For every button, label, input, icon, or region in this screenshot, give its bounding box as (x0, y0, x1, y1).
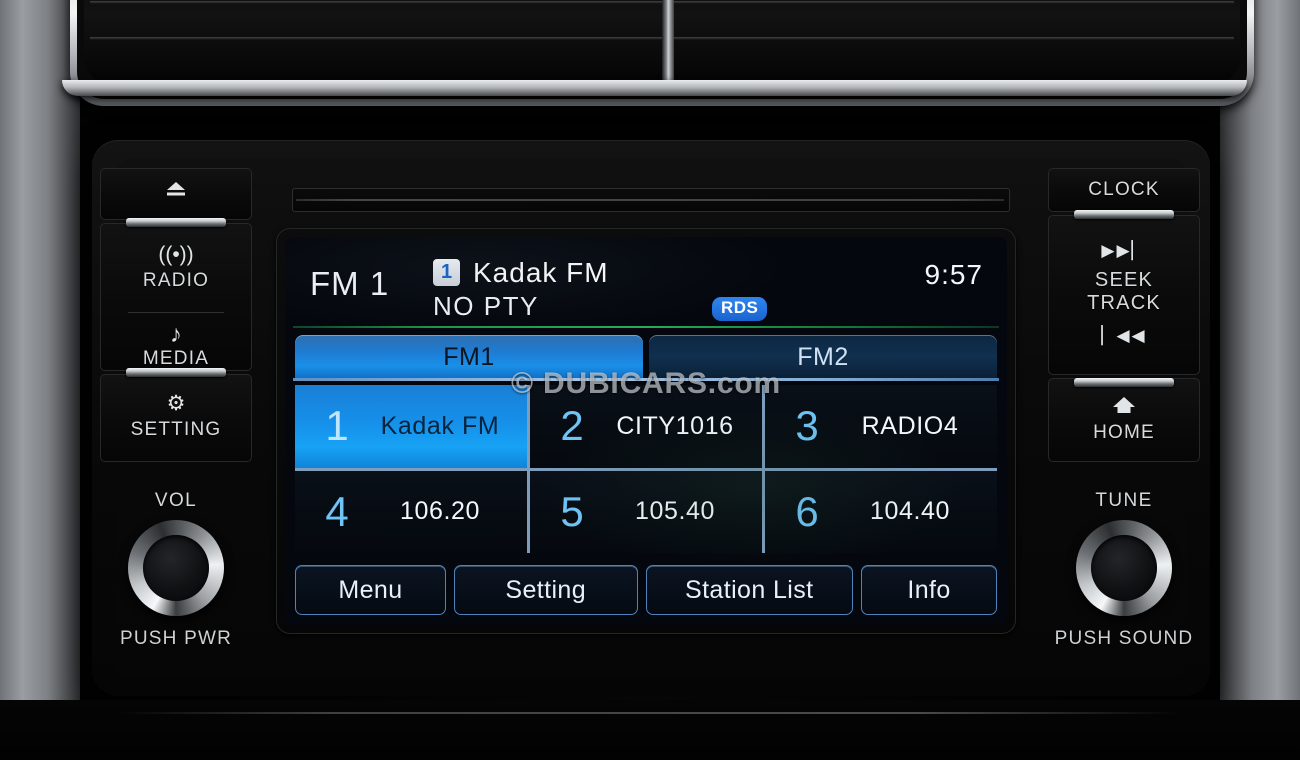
preset-text-1: Kadak FM (380, 411, 500, 440)
preset-cell-6[interactable]: 6 104.40 (765, 470, 997, 553)
screenshot-root: ((•)) RADIO ♪ MEDIA ⚙ SETTING VOL PUSH P… (0, 0, 1300, 760)
seek-back-icon[interactable]: ▏◀◀ (1049, 327, 1199, 344)
volume-knob-zone: VOL PUSH PWR (100, 490, 252, 650)
seek-track-button-group[interactable]: ▶▶▏ SEEK TRACK ▏◀◀ (1048, 215, 1200, 375)
preset-grid: 1 Kadak FM 2 CITY1016 3 RADIO4 4 106.20 … (295, 385, 997, 553)
preset-cell-1[interactable]: 1 Kadak FM (295, 385, 527, 468)
push-power-label: PUSH PWR (120, 628, 232, 649)
tab-underline (293, 378, 999, 381)
tab-fm1[interactable]: FM1 (295, 335, 643, 379)
seek-label: SEEK (1094, 269, 1154, 291)
rds-badge: RDS (712, 297, 768, 321)
radio-button-label: RADIO (142, 270, 210, 291)
current-station-name: Kadak FM (473, 257, 609, 288)
preset-cell-2[interactable]: 2 CITY1016 (530, 385, 762, 468)
preset-cell-3[interactable]: 3 RADIO4 (765, 385, 997, 468)
seek-forward-icon[interactable]: ▶▶▏ (1049, 242, 1199, 259)
preset-text-3: RADIO4 (861, 411, 959, 440)
lcd-screen[interactable]: FM 1 1 Kadak FM NO PTY RDS 9:57 FM1 FM2 … (285, 237, 1007, 625)
volume-knob[interactable] (128, 520, 224, 616)
lower-dashboard-seam (120, 712, 1180, 714)
preset-number-5: 5 (560, 487, 584, 535)
station-list-button[interactable]: Station List (645, 565, 853, 615)
lower-dashboard (0, 700, 1300, 760)
music-note-icon: ♪ (170, 321, 182, 348)
gear-icon: ⚙ (166, 392, 186, 415)
eject-button[interactable] (100, 168, 252, 220)
tune-knob[interactable] (1076, 520, 1172, 616)
tab-fm2[interactable]: FM2 (649, 335, 997, 379)
clock-button-label: CLOCK (1088, 179, 1160, 200)
clock-chrome-accent (1074, 210, 1174, 219)
cd-slot-opening[interactable] (296, 199, 1004, 201)
dashboard-trim-left (0, 0, 80, 760)
setting-soft-button[interactable]: Setting (453, 565, 638, 615)
media-button-label: MEDIA (142, 348, 210, 369)
current-preset-badge: 1 (433, 259, 460, 286)
push-sound-label: PUSH SOUND (1054, 628, 1194, 649)
vent-lower-chrome-strip (62, 80, 1247, 96)
band-tab-row: FM1 FM2 (295, 335, 997, 379)
program-type-text: NO PTY (433, 291, 539, 321)
radio-button[interactable]: ((•)) RADIO (101, 244, 251, 306)
radio-wave-icon: ((•)) (158, 243, 194, 266)
preset-text-6: 104.40 (869, 497, 951, 526)
left-button-column: ((•)) RADIO ♪ MEDIA ⚙ SETTING (100, 168, 252, 465)
soft-button-row: Menu Setting Station List Info (295, 565, 997, 615)
eject-chrome-accent (126, 218, 226, 227)
setting-button-label: SETTING (130, 419, 222, 440)
home-button-label: HOME (1093, 422, 1155, 443)
home-button[interactable]: HOME (1048, 378, 1200, 462)
eject-icon (101, 181, 251, 197)
preset-cell-4[interactable]: 4 106.20 (295, 470, 527, 553)
preset-number-2: 2 (560, 402, 584, 450)
screen-clock: 9:57 (924, 259, 983, 290)
air-vent-opening (84, 0, 1240, 85)
preset-text-5: 105.40 (634, 497, 716, 526)
right-button-column: CLOCK ▶▶▏ SEEK TRACK ▏◀◀ HOME (1048, 168, 1200, 465)
preset-text-2: CITY1016 (616, 411, 734, 440)
preset-number-6: 6 (795, 487, 819, 535)
seek-track-label-block: SEEK TRACK (1049, 269, 1199, 315)
preset-number-4: 4 (325, 487, 349, 535)
preset-text-4: 106.20 (399, 497, 481, 526)
band-indicator: FM 1 (310, 265, 390, 302)
track-label: TRACK (1087, 292, 1161, 314)
header-separator (293, 326, 999, 328)
tune-knob-label: TUNE (1095, 490, 1153, 511)
air-vent-assembly (70, 0, 1247, 99)
button-group-divider (128, 312, 224, 313)
seek-chrome-accent (1074, 378, 1174, 387)
info-button[interactable]: Info (861, 565, 997, 615)
dashboard-trim-right (1220, 0, 1300, 760)
menu-button[interactable]: Menu (295, 565, 446, 615)
preset-number-1: 1 (325, 402, 349, 450)
volume-knob-label: VOL (154, 490, 198, 511)
radio-media-button-group[interactable]: ((•)) RADIO ♪ MEDIA (100, 223, 252, 371)
now-playing-header: FM 1 1 Kadak FM NO PTY RDS 9:57 (285, 237, 1007, 321)
preset-cell-5[interactable]: 5 105.40 (530, 470, 762, 553)
clock-button[interactable]: CLOCK (1048, 168, 1200, 212)
air-vent-divider (662, 0, 674, 85)
tune-knob-zone: TUNE PUSH SOUND (1048, 490, 1200, 650)
home-icon (1049, 395, 1199, 419)
setting-button[interactable]: ⚙ SETTING (100, 374, 252, 462)
media-chrome-accent (126, 368, 226, 377)
preset-number-3: 3 (795, 402, 819, 450)
